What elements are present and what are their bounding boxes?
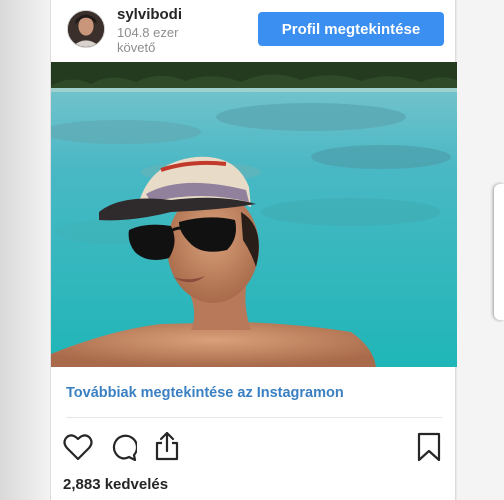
bookmark-icon[interactable] [417, 432, 441, 462]
heart-icon[interactable] [63, 433, 93, 461]
page-background-left [0, 0, 50, 500]
view-profile-button[interactable]: Profil megtekintése [258, 12, 444, 46]
page-background-right [457, 0, 504, 500]
like-count: 2,883 kedvelés [63, 476, 169, 493]
divider [66, 417, 442, 418]
share-icon[interactable] [153, 431, 181, 461]
view-on-instagram-link[interactable]: Továbbiak megtekintése az Instagramon [66, 385, 344, 401]
side-panel-tab[interactable] [494, 184, 504, 320]
post-photo[interactable] [51, 62, 457, 367]
follower-count: 104.8 ezer követő [117, 25, 179, 55]
username[interactable]: sylvibodi [117, 6, 182, 23]
avatar[interactable] [67, 10, 105, 48]
comment-icon[interactable] [109, 433, 137, 461]
instagram-embed-card: sylvibodi 104.8 ezer követő Profil megte… [50, 0, 457, 500]
